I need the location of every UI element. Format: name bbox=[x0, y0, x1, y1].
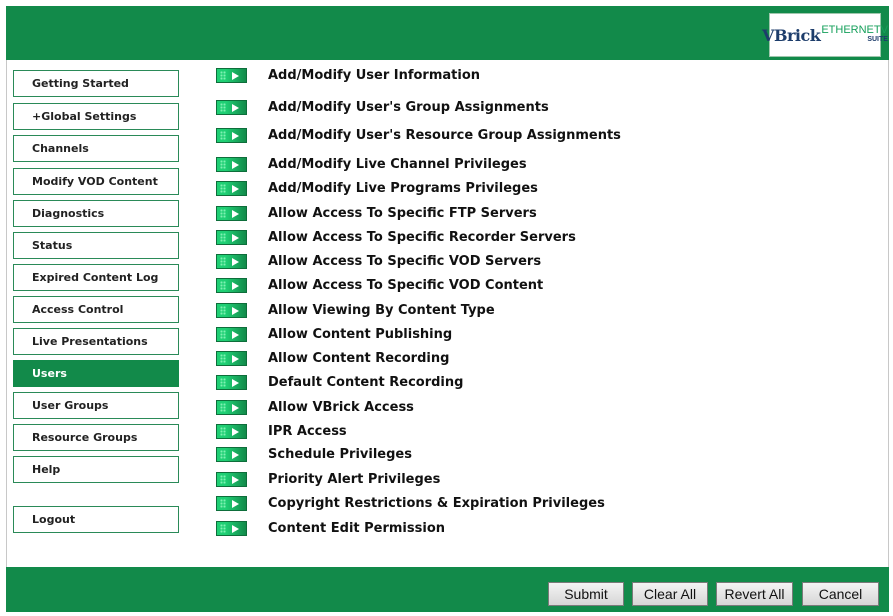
arrow-right-icon[interactable] bbox=[216, 254, 247, 269]
link-label[interactable]: Add/Modify User Information bbox=[268, 67, 480, 84]
arrow-right-icon[interactable] bbox=[216, 327, 247, 342]
arrow-right-icon[interactable] bbox=[216, 303, 247, 318]
arrow-right-icon[interactable] bbox=[216, 100, 247, 115]
sidebar-item-live-presentations[interactable]: Live Presentations bbox=[13, 328, 179, 355]
link-label[interactable]: Default Content Recording bbox=[268, 374, 463, 391]
arrow-right-icon[interactable] bbox=[216, 496, 247, 511]
clear-all-button[interactable]: Clear All bbox=[632, 582, 708, 606]
sidebar-item-diagnostics[interactable]: Diagnostics bbox=[13, 200, 179, 227]
logo-brand: VBrick bbox=[762, 25, 821, 45]
link-label[interactable]: Add/Modify Live Channel Privileges bbox=[268, 156, 527, 173]
sidebar-item-modify-vod-content[interactable]: Modify VOD Content bbox=[13, 168, 179, 195]
sidebar-item-channels[interactable]: Channels bbox=[13, 135, 179, 162]
link-label[interactable]: Allow Content Publishing bbox=[268, 326, 452, 343]
link-label[interactable]: Add/Modify User's Group Assignments bbox=[268, 99, 549, 116]
link-label[interactable]: Allow Content Recording bbox=[268, 350, 449, 367]
logo-suite-text: SUITE bbox=[867, 36, 888, 43]
link-label[interactable]: Priority Alert Privileges bbox=[268, 471, 440, 488]
arrow-right-icon[interactable] bbox=[216, 230, 247, 245]
arrow-right-icon[interactable] bbox=[216, 206, 247, 221]
revert-all-button[interactable]: Revert All bbox=[716, 582, 793, 606]
cancel-button[interactable]: Cancel bbox=[802, 582, 879, 606]
arrow-right-icon[interactable] bbox=[216, 157, 247, 172]
link-label[interactable]: Content Edit Permission bbox=[268, 520, 445, 537]
arrow-right-icon[interactable] bbox=[216, 400, 247, 415]
link-label[interactable]: Allow Access To Specific VOD Content bbox=[268, 277, 543, 294]
arrow-right-icon[interactable] bbox=[216, 68, 247, 83]
sidebar-item-user-groups[interactable]: User Groups bbox=[13, 392, 179, 419]
link-label[interactable]: Copyright Restrictions & Expiration Priv… bbox=[268, 495, 605, 512]
vbrick-logo: VBrick ETHERNETV SUITE bbox=[762, 13, 888, 57]
sidebar-item-expired-content-log[interactable]: Expired Content Log bbox=[13, 264, 179, 291]
sidebar-item-getting-started[interactable]: Getting Started bbox=[13, 70, 179, 97]
sidebar-item-users[interactable]: Users bbox=[13, 360, 179, 387]
link-label[interactable]: Schedule Privileges bbox=[268, 446, 412, 463]
arrow-right-icon[interactable] bbox=[216, 447, 247, 462]
link-label[interactable]: Allow Access To Specific VOD Servers bbox=[268, 253, 541, 270]
arrow-right-icon[interactable] bbox=[216, 181, 247, 196]
link-label[interactable]: Allow Access To Specific FTP Servers bbox=[268, 205, 537, 222]
link-label[interactable]: Add/Modify User's Resource Group Assignm… bbox=[268, 127, 621, 144]
sidebar-item-help[interactable]: Help bbox=[13, 456, 179, 483]
sidebar-item-global-settings[interactable]: +Global Settings bbox=[13, 103, 179, 130]
arrow-right-icon[interactable] bbox=[216, 278, 247, 293]
arrow-right-icon[interactable] bbox=[216, 375, 247, 390]
logo-product: ETHERNETV SUITE bbox=[821, 25, 888, 44]
arrow-right-icon[interactable] bbox=[216, 521, 247, 536]
header-bar: VBrick ETHERNETV SUITE bbox=[6, 6, 889, 60]
link-label[interactable]: Allow Access To Specific Recorder Server… bbox=[268, 229, 576, 246]
link-label[interactable]: Allow VBrick Access bbox=[268, 399, 414, 416]
sidebar-item-status[interactable]: Status bbox=[13, 232, 179, 259]
sidebar-item-resource-groups[interactable]: Resource Groups bbox=[13, 424, 179, 451]
link-label[interactable]: Allow Viewing By Content Type bbox=[268, 302, 495, 319]
arrow-right-icon[interactable] bbox=[216, 472, 247, 487]
arrow-right-icon[interactable] bbox=[216, 424, 247, 439]
logout-button[interactable]: Logout bbox=[13, 506, 179, 533]
arrow-right-icon[interactable] bbox=[216, 128, 247, 143]
link-label[interactable]: IPR Access bbox=[268, 423, 347, 440]
sidebar-item-access-control[interactable]: Access Control bbox=[13, 296, 179, 323]
link-label[interactable]: Add/Modify Live Programs Privileges bbox=[268, 180, 538, 197]
arrow-right-icon[interactable] bbox=[216, 351, 247, 366]
submit-button[interactable]: Submit bbox=[548, 582, 624, 606]
